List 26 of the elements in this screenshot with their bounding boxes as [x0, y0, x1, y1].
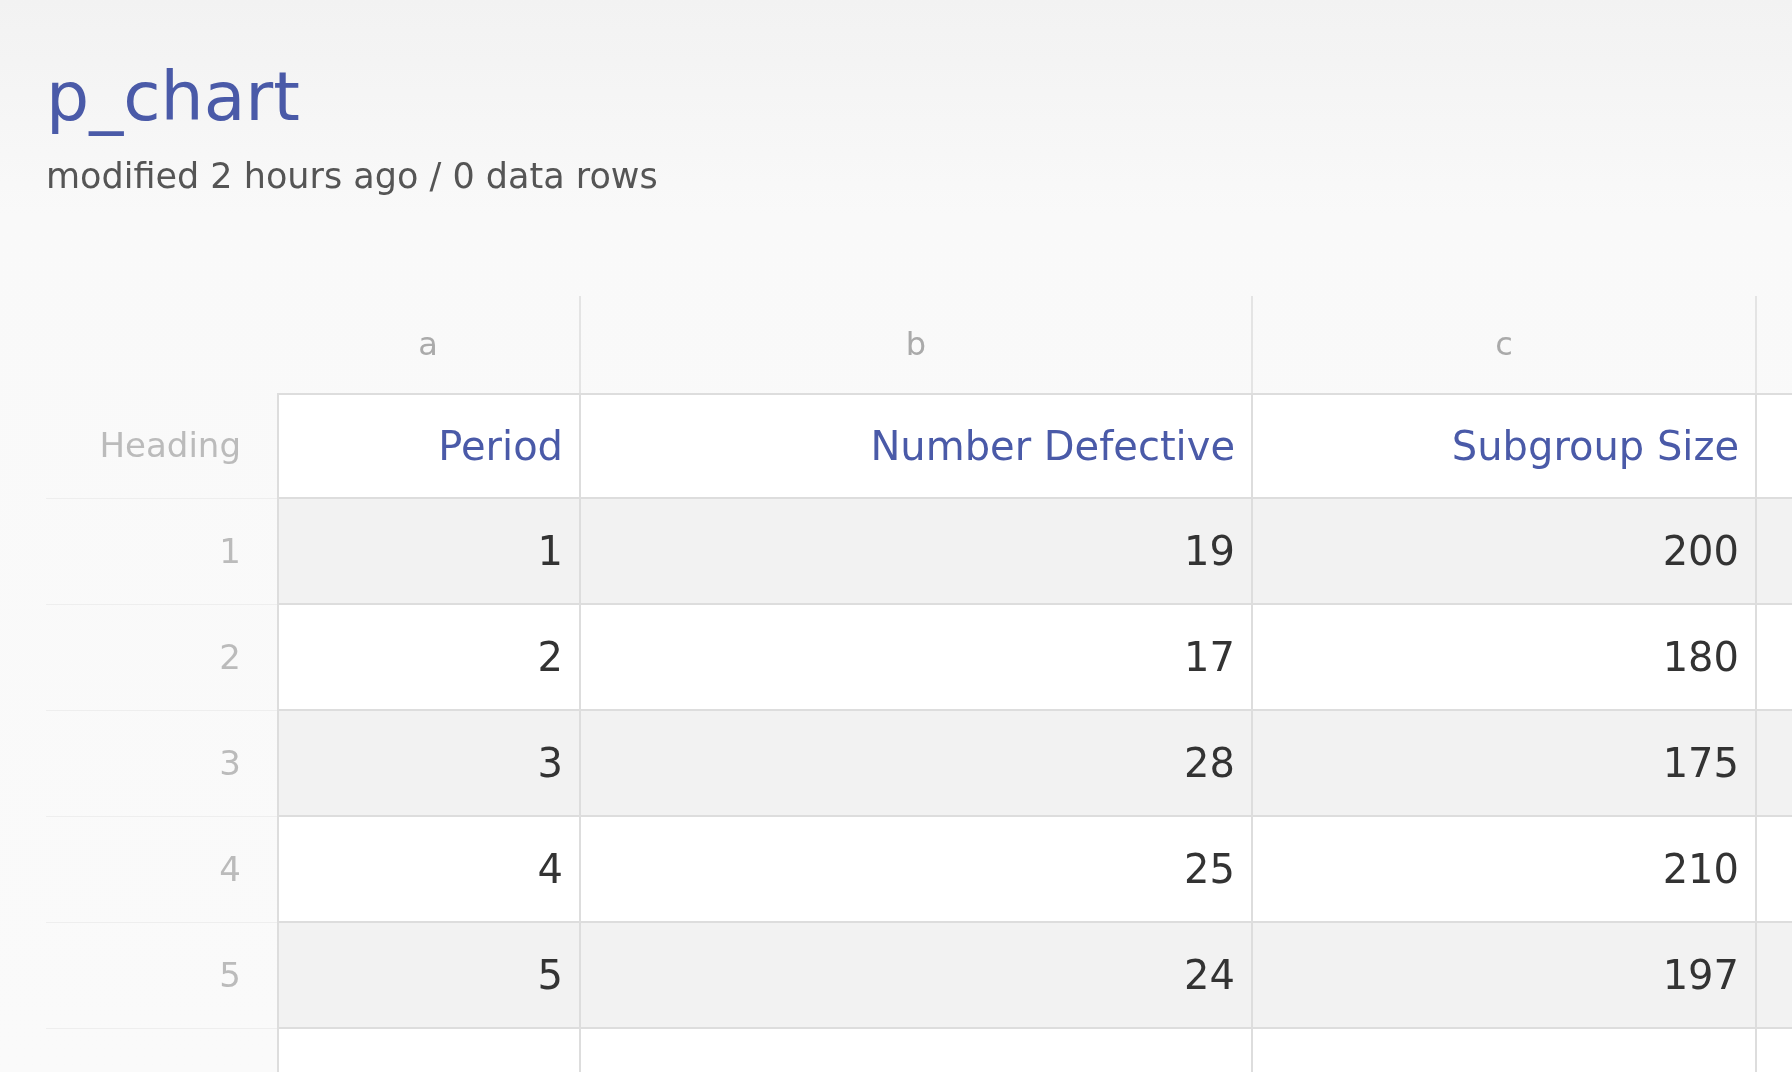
row-number: 3 — [219, 743, 241, 784]
table-cell[interactable]: 1 — [277, 498, 581, 605]
table-cell[interactable]: 3 — [277, 710, 581, 817]
row-number: 1 — [219, 531, 241, 572]
table-cell[interactable]: 28 — [581, 710, 1253, 817]
sheet-info: modified 2 hours ago / 0 data rows — [46, 155, 659, 196]
table-cell[interactable]: 17 — [581, 604, 1253, 711]
column-heading[interactable]: Number Defective — [581, 392, 1253, 499]
table-cell[interactable]: 200 — [1253, 498, 1757, 605]
table-cell[interactable]: 180 — [1253, 604, 1757, 711]
row-label: Heading — [99, 425, 241, 466]
table-cell[interactable]: 197 — [1253, 922, 1757, 1029]
table-cell[interactable]: 175 — [1253, 710, 1757, 817]
row-number: 2 — [219, 637, 241, 678]
sheet-title: p_chart — [46, 56, 301, 138]
row-number: 4 — [219, 849, 241, 890]
row-number: 5 — [219, 955, 241, 996]
column-heading[interactable]: Subgroup Size — [1253, 392, 1757, 499]
column-heading[interactable]: Period — [277, 392, 581, 499]
table-cell[interactable]: 25 — [581, 816, 1253, 923]
table-cell[interactable]: 4 — [277, 816, 581, 923]
table-cell[interactable]: 24 — [581, 922, 1253, 1029]
table-cell[interactable]: 19 — [581, 498, 1253, 605]
table-cell[interactable]: 5 — [277, 922, 581, 1029]
table-cell[interactable]: 210 — [1253, 816, 1757, 923]
table-cell[interactable]: 2 — [277, 604, 581, 711]
